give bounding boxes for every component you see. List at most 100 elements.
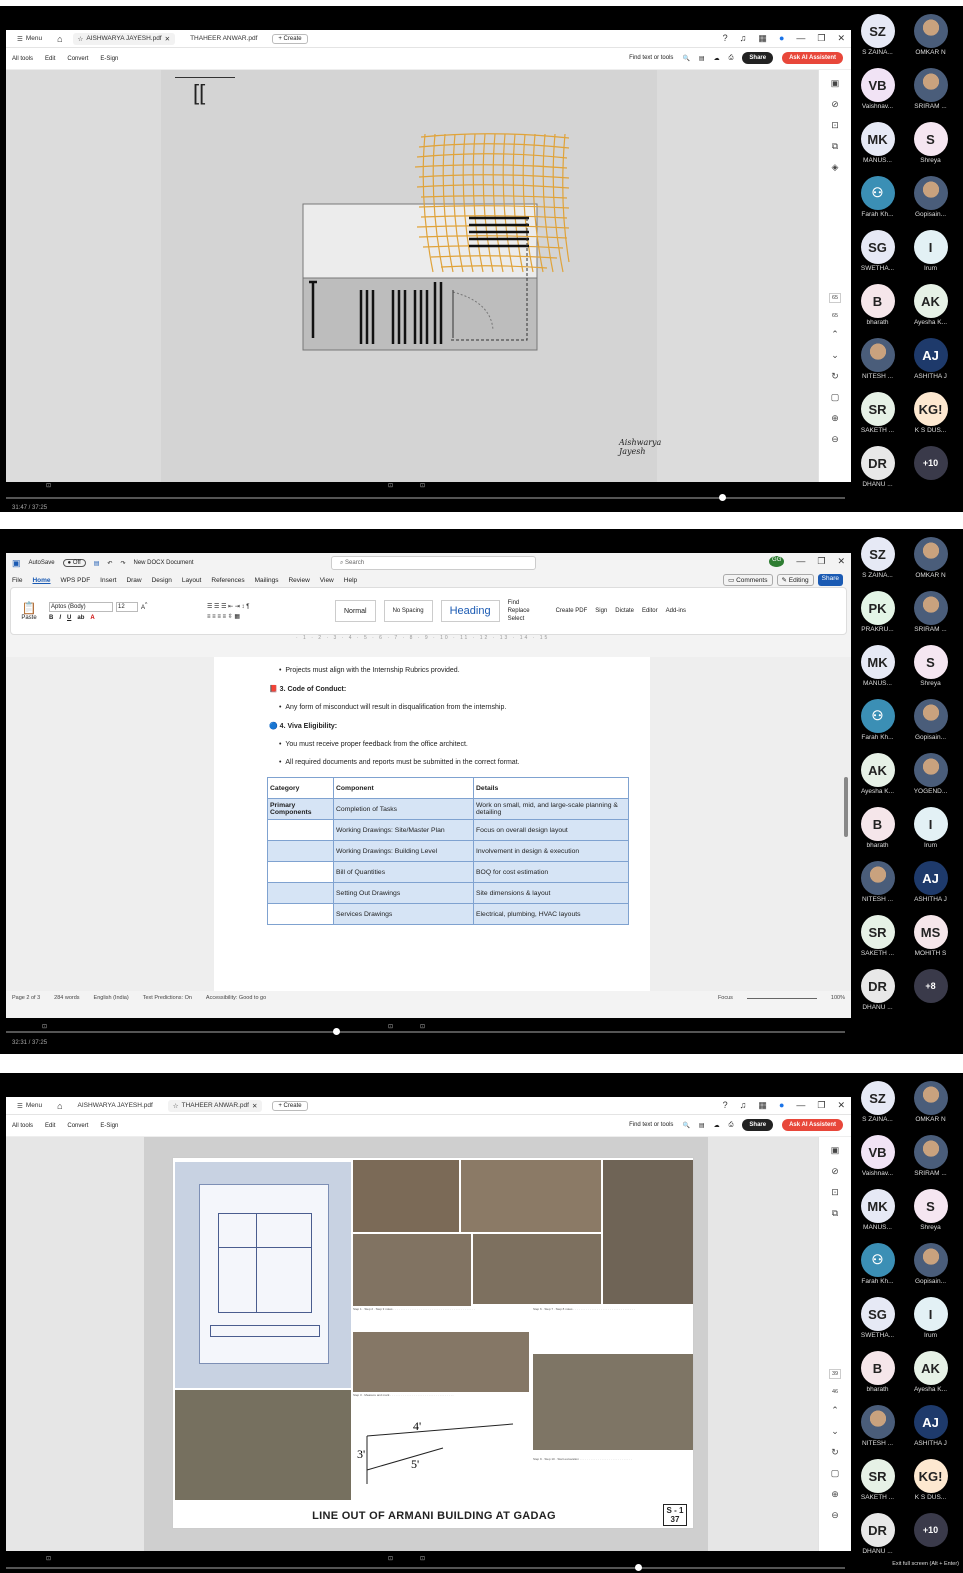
restore-icon[interactable]: ❐ <box>817 33 825 44</box>
participant-tile[interactable]: SG SWETHA... <box>851 1297 904 1339</box>
minimize-icon[interactable]: — <box>796 1100 805 1111</box>
page-number-box[interactable]: 65 <box>828 293 842 303</box>
participant-tile[interactable]: NITESH ... <box>851 1405 904 1447</box>
select-button[interactable]: Select <box>508 616 548 622</box>
participant-tile[interactable]: SRIRAM ... <box>904 591 957 633</box>
zoom-out-icon[interactable]: ⊖ <box>831 1510 839 1521</box>
link-icon[interactable]: ⊘ <box>831 1166 839 1177</box>
menu-button[interactable]: ☰ Menu <box>12 1100 47 1112</box>
all-tools-menu[interactable]: All tools <box>12 56 33 62</box>
apps-icon[interactable]: ▦ <box>758 1100 767 1111</box>
search-icon[interactable]: 🔍 <box>682 1122 689 1129</box>
edit-menu[interactable]: Edit <box>45 56 55 62</box>
bookmark-icon[interactable]: ⊡ <box>831 1187 839 1198</box>
tab-design[interactable]: Design <box>152 577 172 584</box>
style-heading[interactable]: Heading <box>440 600 500 622</box>
participant-tile[interactable]: SZ S ZAINA... <box>851 537 904 579</box>
tab-references[interactable]: References <box>211 577 244 584</box>
progress-thumb[interactable] <box>719 494 727 501</box>
refresh-icon[interactable]: ↻ <box>831 1447 839 1458</box>
align-icons[interactable]: ≡ ≡ ≡ ≡ ⇳ ▦ <box>207 613 327 620</box>
zoom-level[interactable]: 100% <box>831 995 845 1001</box>
chevron-up-icon[interactable]: ⌃ <box>831 329 839 340</box>
all-tools-menu[interactable]: All tools <box>12 1123 33 1129</box>
participant-tile[interactable]: SG SWETHA... <box>851 230 904 272</box>
share-button[interactable]: Share <box>742 52 774 64</box>
prev-icon[interactable]: ⊡ <box>42 1023 47 1030</box>
progress-thumb[interactable] <box>333 1028 341 1035</box>
save-icon[interactable]: ▤ <box>699 1122 705 1129</box>
search-icon[interactable]: 🔍 <box>682 55 689 62</box>
convert-menu[interactable]: Convert <box>67 1123 88 1129</box>
zoom-in-icon[interactable]: ⊕ <box>831 1489 839 1500</box>
style-normal[interactable]: Normal <box>335 600 376 622</box>
esign-menu[interactable]: E-Sign <box>100 1123 118 1129</box>
dictate-button[interactable]: Dictate <box>615 608 634 614</box>
save-icon[interactable]: ▤ <box>699 55 705 62</box>
participant-tile[interactable]: NITESH ... <box>851 338 904 380</box>
search-input[interactable]: ⌕ Search <box>331 556 536 570</box>
participant-tile[interactable]: Gopisain... <box>904 699 957 741</box>
chevron-up-icon[interactable]: ⌃ <box>831 1405 839 1416</box>
zoom-slider[interactable] <box>746 997 817 999</box>
fit-icon[interactable]: ⊡ <box>388 1023 393 1030</box>
copy-icon[interactable]: ⧉ <box>832 141 838 152</box>
expand-icon[interactable]: ⊡ <box>420 1555 425 1562</box>
language[interactable]: English (India) <box>94 995 129 1001</box>
minimize-icon[interactable]: — <box>796 556 805 567</box>
profile-icon[interactable]: ● <box>779 1100 784 1111</box>
close-window-icon[interactable]: ✕ <box>837 556 845 567</box>
progress-thumb[interactable] <box>635 1564 643 1571</box>
participant-tile[interactable]: +10 <box>904 446 957 488</box>
tab-draw[interactable]: Draw <box>126 577 141 584</box>
participant-tile[interactable]: MK MANUS... <box>851 122 904 164</box>
layers-icon[interactable]: ◈ <box>832 162 839 173</box>
find-field[interactable]: Find text or tools <box>629 1122 673 1128</box>
chevron-down-icon[interactable]: ⌄ <box>831 350 839 361</box>
participant-tile[interactable]: AK Ayesha K... <box>851 753 904 795</box>
close-icon[interactable]: ✕ <box>165 35 170 43</box>
participant-tile[interactable]: ⚇ Farah Kh... <box>851 1243 904 1285</box>
editing-button[interactable]: ✎ Editing <box>776 574 814 586</box>
cloud-icon[interactable]: ☁ <box>714 55 720 62</box>
tab-view[interactable]: View <box>320 577 334 584</box>
grow-font-icon[interactable]: A^ <box>141 602 147 612</box>
bell-icon[interactable]: ♫ <box>740 1100 747 1111</box>
participant-tile[interactable]: SRIRAM ... <box>904 1135 957 1177</box>
restore-icon[interactable]: ❐ <box>817 556 825 567</box>
page-fit-icon[interactable]: ▢ <box>831 392 840 403</box>
sign-button[interactable]: Sign <box>595 608 607 614</box>
participant-tile[interactable]: Bbharath <box>851 1351 904 1393</box>
font-name-select[interactable]: Aptos (Body) <box>49 601 113 612</box>
tab-thaheer[interactable]: THAHEER ANWAR.pdf <box>185 33 262 44</box>
participant-tile[interactable]: MS MOHITH S <box>904 915 957 957</box>
expand-icon[interactable]: ⊡ <box>420 482 425 489</box>
participant-tile[interactable]: ⚇ Farah Kh... <box>851 176 904 218</box>
participant-tile[interactable]: S Shreya <box>904 122 957 164</box>
participant-tile[interactable]: DR DHANU ... <box>851 969 904 1011</box>
list-icons[interactable]: ☰ ☰ ☰ ⇤ ⇥ ↕ ¶ <box>207 603 327 610</box>
tab-aishwarya[interactable]: AISHWARYA JAYESH.pdf <box>73 1100 158 1111</box>
page-fit-icon[interactable]: ▢ <box>831 1468 840 1479</box>
participant-tile[interactable]: SRIRAM ... <box>904 68 957 110</box>
restore-icon[interactable]: ❐ <box>817 1100 825 1111</box>
bell-icon[interactable]: ♫ <box>740 33 747 44</box>
home-icon[interactable]: ⌂ <box>57 34 62 44</box>
font-size-select[interactable]: 12 <box>116 601 138 612</box>
participant-tile[interactable]: AK Ayesha K... <box>904 1351 957 1393</box>
participant-tile[interactable]: AJ ASHITHA J <box>904 338 957 380</box>
strikethrough-icon[interactable]: ab <box>77 615 84 621</box>
tab-help[interactable]: Help <box>344 577 357 584</box>
comment-icon[interactable]: ▣ <box>831 78 840 89</box>
participant-tile[interactable]: NITESH ... <box>851 861 904 903</box>
close-icon[interactable]: ✕ <box>252 1102 257 1110</box>
participant-tile[interactable]: DR DHANU ... <box>851 446 904 488</box>
esign-menu[interactable]: E-Sign <box>100 56 118 62</box>
find-field[interactable]: Find text or tools <box>629 55 673 61</box>
vertical-scrollbar[interactable] <box>844 777 848 837</box>
edit-menu[interactable]: Edit <box>45 1123 55 1129</box>
participant-tile[interactable]: OMKAR N <box>904 14 957 56</box>
tab-aishwarya[interactable]: ☆ AISHWARYA JAYESH.pdf ✕ <box>72 32 176 45</box>
undo-icon[interactable]: ↶ <box>107 560 112 567</box>
ai-assistant-button[interactable]: Ask AI Assistent <box>782 52 843 64</box>
